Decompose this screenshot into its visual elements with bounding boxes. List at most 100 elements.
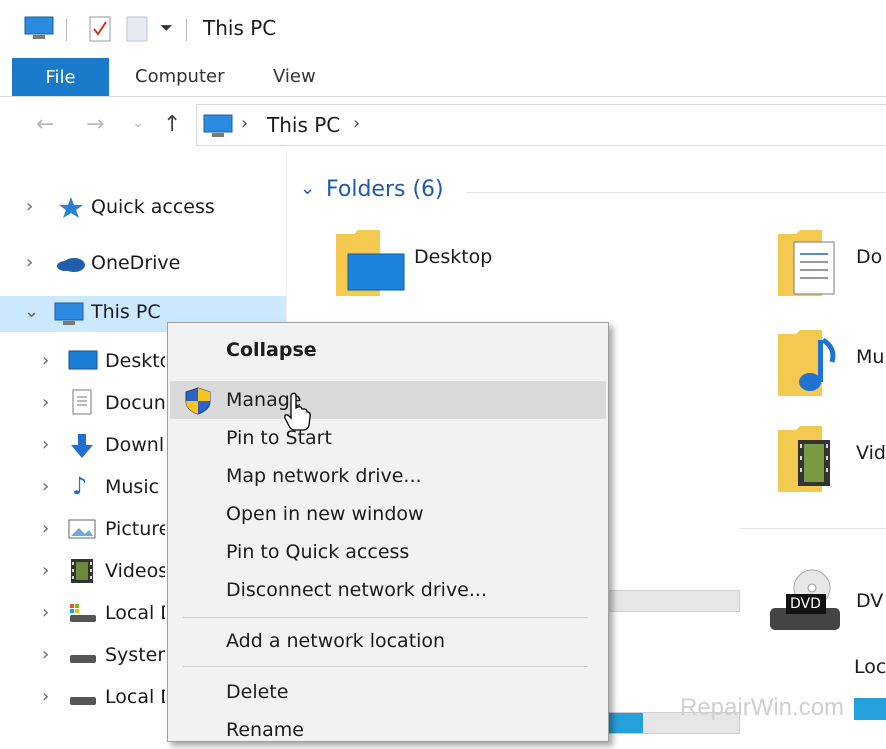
tab-view[interactable]: View [273,66,316,87]
expand-chevron-icon[interactable]: › [42,602,49,623]
expand-chevron-icon[interactable]: › [42,434,49,455]
picture-icon [68,519,96,543]
documents-folder-icon [776,226,840,304]
device-tile-label: Loc [854,656,886,678]
drive-icon [68,650,98,669]
star-icon [58,195,84,223]
folder-tile-desktop[interactable]: Desktop [334,226,634,300]
videos-folder-icon [776,422,840,500]
title-bar: ⏷ This PC [0,0,886,58]
folders-group-header[interactable]: ⌄ Folders (6) [300,175,886,209]
folder-tile-documents[interactable]: Do [776,226,886,300]
nav-item-label: Picture [105,518,165,540]
new-folder-icon[interactable] [126,16,148,46]
menu-item-pin-to-start[interactable]: Pin to Start [170,419,606,457]
folder-tile-label: Desktop [414,246,493,268]
menu-item-label: Collapse [226,339,317,361]
drive-capacity-bar [854,698,886,720]
menu-item-label: Pin to Start [226,427,332,449]
expand-chevron-icon[interactable]: › [26,196,33,217]
device-tile-dvd[interactable]: DVD DV [764,566,886,638]
properties-icon[interactable] [89,16,111,46]
menu-item-label: Delete [226,681,289,703]
nav-item-label: Videos [105,560,165,582]
menu-item-disconnect-network-drive[interactable]: Disconnect network drive... [170,571,606,609]
nav-item-label: Local D [105,602,165,624]
window-title: This PC [203,16,277,40]
address-chevron-icon[interactable]: › [353,113,360,134]
folder-tile-label: Mu [856,346,885,368]
desktop-folder-icon [334,226,406,304]
device-tile-local-disk[interactable]: Loc [854,654,886,726]
document-icon [72,389,92,419]
expand-chevron-icon[interactable]: › [42,350,49,371]
nav-item-label: OneDrive [91,252,181,274]
nav-item-onedrive[interactable]: › OneDrive [0,244,286,284]
nav-item-label: Docun [105,392,165,414]
address-chevron-icon[interactable]: › [241,113,248,134]
drive-capacity-bar [607,590,740,612]
menu-item-pin-to-quick-access[interactable]: Pin to Quick access [170,533,606,571]
nav-item-label: System [105,644,165,666]
video-icon [70,558,94,588]
dvd-badge: DVD [790,596,821,612]
expand-chevron-icon[interactable]: › [42,392,49,413]
expand-chevron-icon[interactable]: › [42,644,49,665]
toolbar-separator [66,19,67,41]
drive-icon [68,692,98,711]
nav-item-label: Music [105,476,160,498]
nav-item-quick-access[interactable]: › Quick access [0,188,286,228]
customize-toolbar-dropdown-icon[interactable]: ⏷ [160,18,173,38]
computer-icon[interactable] [24,16,54,44]
expand-chevron-icon[interactable]: › [42,476,49,497]
address-segment-this-pc[interactable]: This PC [267,113,340,137]
folder-tile-music[interactable]: Mu [776,326,886,400]
nav-item-label: Deskto [105,350,165,372]
watermark: RepairWin.com [680,694,845,721]
ribbon-divider [0,96,886,97]
toolbar-separator [186,19,187,41]
recent-locations-chevron-icon[interactable]: ⌄ [132,115,144,131]
address-bar[interactable]: › This PC › [196,104,886,146]
menu-separator [183,666,588,667]
menu-item-open-in-new-window[interactable]: Open in new window [170,495,606,533]
menu-item-collapse[interactable]: Collapse [170,331,606,369]
nav-item-label: Quick access [91,196,215,218]
menu-item-delete[interactable]: Delete [170,673,606,711]
menu-item-rename[interactable]: Rename [170,711,606,749]
tab-computer[interactable]: Computer [135,66,224,87]
forward-arrow-icon[interactable]: → [86,112,104,137]
menu-item-label: Add a network location [226,630,446,652]
nav-item-label: Downl [105,434,165,456]
ribbon-tabs: File Computer View [0,58,886,96]
tab-file[interactable]: File [12,58,109,96]
menu-item-label: Pin to Quick access [226,541,410,563]
music-icon: ♪ [72,472,88,500]
collapse-chevron-icon[interactable]: ⌄ [300,178,315,199]
menu-item-manage[interactable]: Manage [170,381,606,419]
back-arrow-icon[interactable]: ← [36,112,54,137]
folder-tile-label: Vid [856,442,886,464]
menu-item-label: Map network drive... [226,465,422,487]
address-row: ← → ⌄ ↑ › This PC › [0,104,886,148]
up-arrow-icon[interactable]: ↑ [163,112,181,137]
expand-chevron-icon[interactable]: › [42,518,49,539]
menu-item-add-network-location[interactable]: Add a network location [170,622,606,660]
desktop-icon [68,349,98,375]
group-header-divider [740,528,886,529]
expand-chevron-icon[interactable]: › [26,252,33,273]
menu-separator [183,617,588,618]
expand-chevron-icon[interactable]: › [42,686,49,707]
computer-icon [203,114,233,142]
nav-item-label: This PC [91,301,161,323]
folders-group-label: Folders (6) [326,177,444,202]
folder-tile-label: Do [856,246,883,268]
menu-item-label: Open in new window [226,503,424,525]
folder-tile-videos[interactable]: Vid [776,422,886,496]
context-menu: Collapse Manage Pin to Start Map network… [167,322,609,742]
menu-item-label: Disconnect network drive... [226,579,487,601]
collapse-chevron-icon[interactable]: ⌄ [24,301,39,322]
download-icon [70,433,94,463]
expand-chevron-icon[interactable]: › [42,560,49,581]
menu-item-map-network-drive[interactable]: Map network drive... [170,457,606,495]
